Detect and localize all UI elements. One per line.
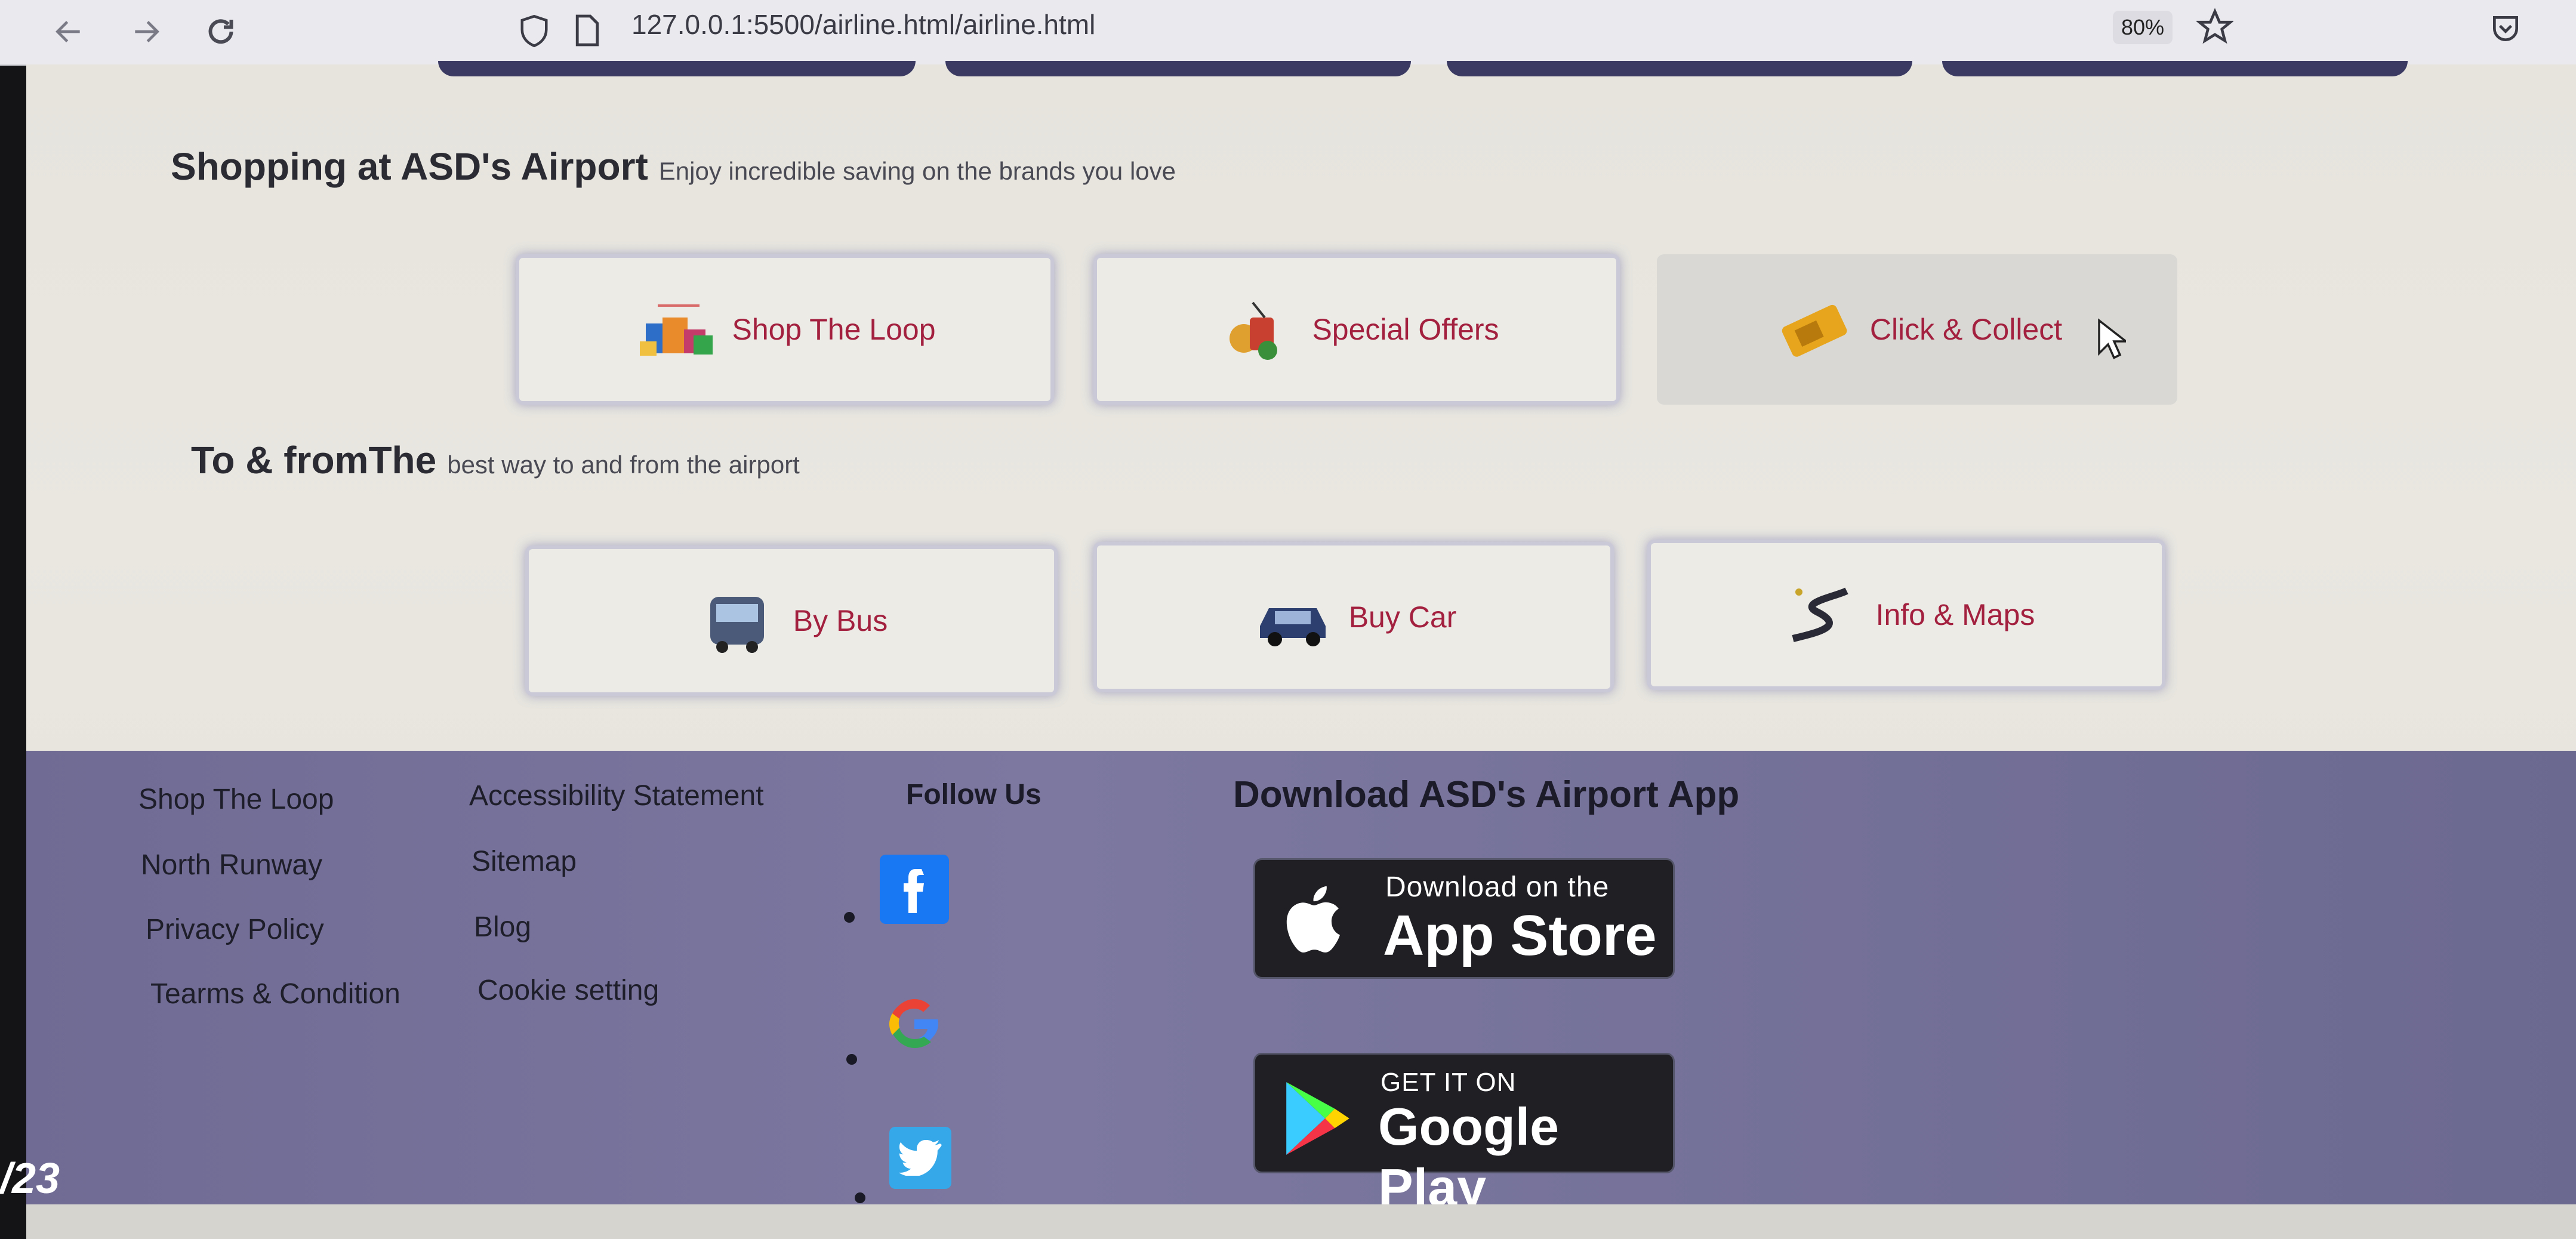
map-route-icon bbox=[1778, 579, 1862, 651]
footer-link-privacy-policy[interactable]: Privacy Policy bbox=[146, 913, 324, 946]
forward-arrow-icon bbox=[135, 21, 159, 42]
page-icon bbox=[575, 14, 599, 47]
browser-toolbar: 127.0.0.1:5500/airline.html/airline.html… bbox=[0, 0, 2576, 66]
site-footer: Shop The Loop North Runway Privacy Polic… bbox=[26, 751, 2576, 1217]
footer-link-accessibility[interactable]: Accessibility Statement bbox=[469, 779, 764, 812]
transport-subtitle: best way to and from the airport bbox=[447, 451, 800, 479]
list-bullet bbox=[844, 912, 855, 923]
back-button[interactable] bbox=[48, 11, 90, 53]
top-tab[interactable] bbox=[945, 61, 1411, 76]
buy-car-card[interactable]: Buy Car bbox=[1093, 542, 1614, 692]
shop-the-loop-card[interactable]: Shop The Loop bbox=[516, 254, 1054, 405]
info-and-maps-label: Info & Maps bbox=[1875, 598, 2035, 631]
monitor-bezel-left bbox=[0, 0, 26, 1239]
buy-car-label: Buy Car bbox=[1348, 600, 1457, 634]
mouse-cursor-icon bbox=[2098, 318, 2126, 359]
footer-link-north-runway[interactable]: North Runway bbox=[141, 849, 322, 882]
pocket-icon[interactable] bbox=[2489, 12, 2522, 45]
top-nav-tabs bbox=[26, 61, 2414, 85]
page-bottom-strip bbox=[26, 1204, 2576, 1239]
zoom-level-badge[interactable]: 80% bbox=[2113, 11, 2173, 44]
shopping-heading: Shopping at ASD's Airport Enjoy incredibl… bbox=[171, 144, 1176, 189]
list-bullet bbox=[846, 1054, 857, 1065]
shopping-bags-icon bbox=[634, 294, 717, 365]
url-field[interactable]: 127.0.0.1:5500/airline.html/airline.html bbox=[631, 8, 1095, 41]
footer-link-sitemap[interactable]: Sitemap bbox=[472, 845, 577, 878]
google-play-icon bbox=[1286, 1082, 1349, 1155]
shopping-title: Shopping at ASD's Airport bbox=[171, 145, 648, 188]
info-and-maps-card[interactable]: Info & Maps bbox=[1647, 540, 2165, 690]
by-bus-card[interactable]: By Bus bbox=[525, 545, 1058, 696]
camera-watermark: /23 bbox=[0, 1155, 60, 1203]
google-play-big-text: Google Play bbox=[1378, 1097, 1560, 1217]
click-and-collect-label: Click & Collect bbox=[1869, 313, 2063, 346]
ticket-icon bbox=[1772, 294, 1856, 365]
footer-link-cookie-setting[interactable]: Cookie setting bbox=[477, 974, 659, 1007]
car-icon bbox=[1251, 581, 1335, 653]
app-download-heading: Download ASD's Airport App bbox=[1233, 774, 1740, 815]
top-tab[interactable] bbox=[1942, 61, 2408, 76]
facebook-icon[interactable] bbox=[880, 855, 949, 924]
footer-link-shop-the-loop[interactable]: Shop The Loop bbox=[138, 783, 334, 816]
twitter-icon[interactable] bbox=[889, 1127, 951, 1189]
app-store-small-text: Download on the bbox=[1385, 871, 1610, 903]
bookmark-star-icon[interactable] bbox=[2196, 8, 2233, 45]
back-arrow-icon bbox=[56, 21, 80, 42]
bus-icon bbox=[695, 585, 779, 657]
apple-icon bbox=[1286, 886, 1341, 953]
top-tab[interactable] bbox=[1447, 61, 1912, 76]
shopping-subtitle: Enjoy incredible saving on the brands yo… bbox=[658, 157, 1176, 185]
google-play-button[interactable]: GET IT ON Google Play bbox=[1253, 1053, 1675, 1217]
app-store-button[interactable]: Download on the App Store bbox=[1253, 858, 1675, 979]
forward-button[interactable] bbox=[125, 11, 167, 53]
special-offers-label: Special Offers bbox=[1312, 313, 1499, 346]
click-and-collect-card[interactable]: Click & Collect bbox=[1657, 254, 2177, 405]
google-icon[interactable] bbox=[880, 990, 949, 1059]
top-tab[interactable] bbox=[438, 61, 916, 76]
by-bus-label: By Bus bbox=[793, 604, 888, 637]
shield-icon[interactable] bbox=[518, 13, 550, 49]
app-store-big-text: App Store bbox=[1383, 904, 1657, 967]
reload-icon bbox=[208, 19, 233, 44]
list-bullet bbox=[855, 1192, 865, 1203]
footer-link-terms[interactable]: Tearms & Condition bbox=[150, 978, 400, 1010]
transport-title: To & fromThe bbox=[191, 439, 437, 482]
google-play-small-text: GET IT ON bbox=[1381, 1068, 1517, 1097]
special-offers-icon bbox=[1214, 294, 1298, 365]
footer-link-blog[interactable]: Blog bbox=[474, 911, 531, 944]
shop-the-loop-label: Shop The Loop bbox=[732, 313, 936, 346]
follow-us-heading: Follow Us bbox=[906, 779, 1042, 810]
special-offers-card[interactable]: Special Offers bbox=[1093, 254, 1620, 405]
transport-heading: To & fromThe best way to and from the air… bbox=[191, 438, 800, 482]
reload-button[interactable] bbox=[200, 11, 242, 53]
